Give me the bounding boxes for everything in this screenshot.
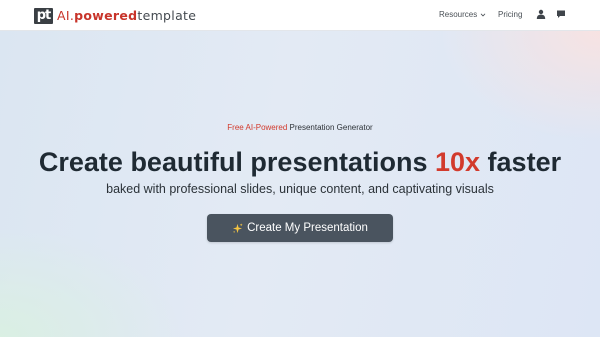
sparkles-icon [233, 222, 243, 233]
chevron-down-icon [481, 13, 486, 17]
hero-section: Free AI-Powered Presentation Generator C… [0, 31, 600, 337]
brand-logo-mark: pt [34, 7, 53, 24]
brand-name-prefix: AI. [57, 8, 75, 23]
nav-resources-dropdown[interactable]: Resources [439, 9, 486, 21]
chat-icon[interactable] [556, 9, 566, 19]
headline-highlight: 10x [434, 147, 481, 177]
nav-resources-label: Resources [439, 10, 478, 19]
user-icon[interactable] [536, 9, 546, 19]
hero-headline: Create beautiful presentations 10x faste… [0, 145, 600, 179]
hero-eyebrow: Free AI-Powered Presentation Generator [0, 123, 600, 133]
headline-before: Create beautiful presentations [38, 147, 435, 177]
brand-wordmark: AI.poweredtemplate [57, 7, 196, 24]
top-navbar: pt AI.poweredtemplate Resources Pricing [0, 0, 600, 31]
hero-subheadline: baked with professional slides, unique c… [106, 182, 494, 196]
eyebrow-text: Presentation Generator [287, 123, 373, 132]
create-presentation-button[interactable]: Create My Presentation [207, 214, 393, 242]
brand-name-bold: powered [74, 8, 138, 23]
create-presentation-label: Create My Presentation [247, 222, 368, 234]
nav-pricing-link[interactable]: Pricing [498, 9, 522, 21]
brand-logo-link[interactable]: pt AI.poweredtemplate [34, 7, 196, 24]
eyebrow-accent: Free AI-Powered [227, 123, 288, 132]
brand-name-suffix: template [137, 8, 197, 23]
headline-after: faster [480, 147, 562, 177]
